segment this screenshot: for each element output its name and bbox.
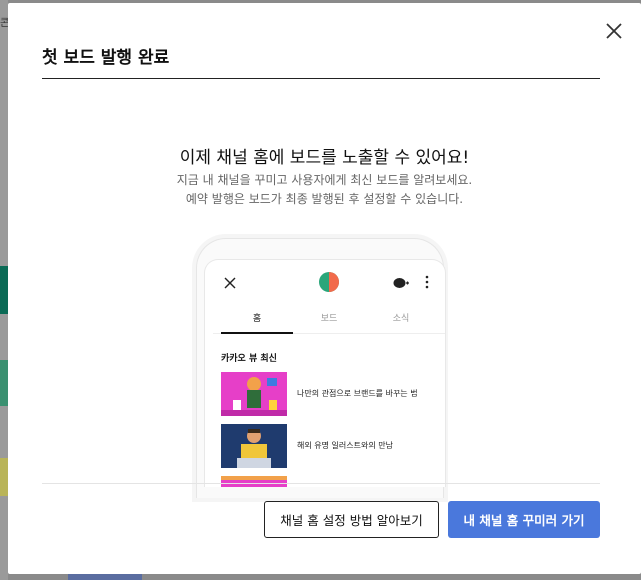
phone-tab-home: 홈 (252, 314, 262, 324)
title-divider (42, 78, 600, 79)
footer-divider (42, 483, 600, 484)
item-title: 해외 유명 일러스트와의 만남 (297, 441, 393, 450)
phone-tab-board: 보드 (320, 314, 338, 324)
item-title: 나만의 관점으로 브랜드를 바꾸는 법 (297, 389, 418, 398)
item-thumbnail (221, 476, 287, 487)
phone-list-item: 해외 유명 일러스트와의 만남 (221, 424, 441, 468)
phone-section-title: 카카오 뷰 최신 (221, 354, 277, 364)
phone-close-icon (224, 277, 236, 289)
background-block-green (0, 360, 8, 406)
item-thumbnail (221, 424, 287, 468)
background-block-yellow (0, 458, 8, 496)
illustration-thumbnail-3 (221, 476, 287, 487)
channel-home-guide-button[interactable]: 채널 홈 설정 방법 알아보기 (264, 501, 439, 538)
phone-list-item (221, 476, 441, 487)
illustration-thumbnail-1 (221, 372, 287, 416)
modal-title: 첫 보드 발행 완료 (42, 48, 170, 68)
subtext-line1: 지금 내 채널을 꾸미고 사용자에게 최신 보드를 알려보세요. (176, 173, 473, 187)
decorate-channel-home-button[interactable]: 내 채널 홈 꾸미러 가기 (448, 501, 600, 538)
phone-screen: 홈 보드 소식 카카오 뷰 최신 나만의 관점으로 브랜드를 바꾸는 법 해외 … (204, 259, 446, 487)
item-thumbnail (221, 372, 287, 416)
publish-complete-modal: 첫 보드 발행 완료 이제 채널 홈에 보드를 노출할 수 있어요! 지금 내 … (8, 3, 641, 574)
more-vertical-icon (425, 275, 429, 289)
close-icon-svg (606, 23, 622, 39)
headline: 이제 채널 홈에 보드를 노출할 수 있어요! (179, 148, 470, 168)
illustration-thumbnail-2 (221, 424, 287, 468)
phone-list-item: 나만의 관점으로 브랜드를 바꾸는 법 (221, 372, 441, 416)
phone-tabs: 홈 보드 소식 (213, 306, 445, 334)
phone-tab-news: 소식 (392, 314, 410, 324)
background-block-teal (0, 266, 8, 314)
subtext-line2: 예약 발행은 보드가 최종 발행된 후 설정할 수 있습니다. (185, 192, 464, 206)
phone-tab-underline (221, 332, 293, 334)
channel-logo-icon (319, 272, 339, 292)
close-icon[interactable] (603, 20, 625, 42)
chat-add-icon (393, 278, 409, 288)
